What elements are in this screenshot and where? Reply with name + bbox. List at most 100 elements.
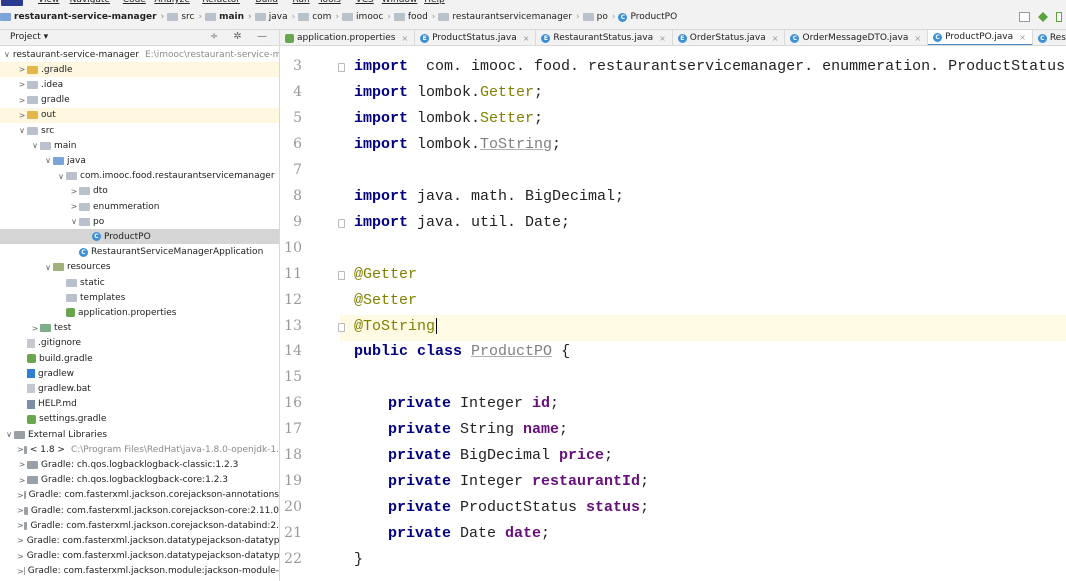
chevron-right-icon[interactable]: > xyxy=(69,187,79,196)
tree-item[interactable]: settings.gradle xyxy=(0,412,279,427)
menu-item-view[interactable]: View xyxy=(38,0,59,5)
tree-item[interactable]: > enummeration xyxy=(0,199,279,214)
close-tab-icon[interactable]: × xyxy=(772,34,779,43)
fold-marker-icon[interactable] xyxy=(338,322,345,332)
tree-item[interactable]: ∨ com.imooc.food.restaurantservicemanager xyxy=(0,169,279,184)
code-line[interactable]: private Date date; xyxy=(388,525,550,542)
breadcrumb-item[interactable]: com › xyxy=(298,12,339,22)
chevron-right-icon[interactable]: > xyxy=(17,460,27,469)
fold-marker-icon[interactable] xyxy=(338,218,345,228)
tree-item[interactable]: ∨ External Libraries xyxy=(0,427,279,442)
chevron-down-icon[interactable]: ∨ xyxy=(43,263,53,272)
breadcrumb-item[interactable]: po › xyxy=(582,12,615,22)
tree-item[interactable]: > Gradle: com.fasterxml.jackson.corejacks… xyxy=(0,488,279,503)
editor-tab[interactable]: E ProductStatus.java × xyxy=(415,30,537,45)
tree-item[interactable]: build.gradle xyxy=(0,351,279,366)
chevron-right-icon[interactable]: > xyxy=(17,491,24,500)
close-tab-icon[interactable]: × xyxy=(1019,33,1026,42)
tree-item[interactable]: > Gradle: com.fasterxml.jackson.datatypej… xyxy=(0,533,279,548)
breadcrumb-item[interactable]: java › xyxy=(254,12,295,22)
code-line[interactable]: @ToString xyxy=(354,318,438,335)
breadcrumb-item[interactable]: imooc › xyxy=(342,12,391,22)
chevron-down-icon[interactable]: ∨ xyxy=(4,50,10,59)
tree-item[interactable]: > dto xyxy=(0,184,279,199)
layout-icon[interactable] xyxy=(1019,12,1030,22)
chevron-right-icon[interactable]: > xyxy=(69,202,79,211)
tree-item[interactable]: > Gradle: ch.qos.logbacklogback-core:1.2.… xyxy=(0,473,279,488)
chevron-down-icon[interactable]: ∨ xyxy=(17,126,27,135)
menu-item-run[interactable]: Run xyxy=(292,0,309,5)
menu-item-build[interactable]: Build xyxy=(255,0,278,5)
close-tab-icon[interactable]: × xyxy=(659,34,666,43)
code-line[interactable]: import lombok.Getter; xyxy=(354,84,543,101)
code-line[interactable]: import com. imooc. food. restaurantservi… xyxy=(354,58,1066,75)
tree-item[interactable]: > .gradle xyxy=(0,62,279,78)
code-line[interactable]: @Setter xyxy=(354,292,417,309)
tree-item[interactable]: > Gradle: com.fasterxml.jackson.corejacks… xyxy=(0,503,279,518)
code-line[interactable]: import java. math. BigDecimal; xyxy=(354,188,624,205)
tree-item[interactable]: > Gradle: ch.qos.logbacklogback-classic:1… xyxy=(0,457,279,472)
chevron-right-icon[interactable]: > xyxy=(17,552,24,561)
editor-tab[interactable]: CRestaurantServi xyxy=(1033,30,1066,45)
editor-tab[interactable]: E OrderStatus.java × xyxy=(673,30,786,45)
chevron-down-icon[interactable]: ∨ xyxy=(4,430,14,439)
tree-item[interactable]: ∨ main xyxy=(0,138,279,153)
code-line[interactable]: public class ProductPO { xyxy=(354,343,570,360)
project-view-selector[interactable]: Project ▾ xyxy=(10,32,48,42)
chevron-right-icon[interactable]: > xyxy=(17,536,24,545)
menu-item-code[interactable]: Code xyxy=(123,0,146,5)
code-line[interactable]: private BigDecimal price; xyxy=(388,447,613,464)
chevron-right-icon[interactable]: > xyxy=(17,111,27,120)
chevron-down-icon[interactable]: ∨ xyxy=(69,217,79,226)
chevron-right-icon[interactable]: > xyxy=(17,476,27,485)
tree-item[interactable]: ∨ src xyxy=(0,123,279,138)
chevron-right-icon[interactable]: > xyxy=(17,65,27,74)
tree-item[interactable]: static xyxy=(0,275,279,290)
code-line[interactable]: private String name; xyxy=(388,421,568,438)
run-config-icon[interactable] xyxy=(1056,12,1062,22)
tree-item[interactable]: HELP.md xyxy=(0,397,279,412)
code-line[interactable]: private Integer id; xyxy=(388,395,559,412)
breadcrumb-item[interactable]: C ProductPO xyxy=(618,12,677,22)
fold-marker-icon[interactable] xyxy=(338,63,345,72)
tree-item[interactable]: templates xyxy=(0,290,279,305)
tree-item[interactable]: .gitignore xyxy=(0,336,279,351)
chevron-right-icon[interactable]: > xyxy=(17,506,24,515)
menu-item-navigate[interactable]: Navigate xyxy=(70,0,110,5)
breadcrumb-item[interactable]: main › xyxy=(205,12,252,22)
tree-item[interactable]: > Gradle: com.fasterxml.jackson.module:ja… xyxy=(0,564,279,579)
menu-item-vcs[interactable]: VCS xyxy=(356,0,374,5)
menu-item-tools[interactable]: Tools xyxy=(319,0,341,5)
code-line[interactable]: private ProductStatus status; xyxy=(388,499,649,516)
editor-tab[interactable]: application.properties × xyxy=(280,30,416,45)
tree-item[interactable]: > gradle xyxy=(0,93,279,108)
editor-tab[interactable]: C ProductPO.java × xyxy=(928,30,1033,45)
build-hammer-icon[interactable] xyxy=(1038,12,1048,22)
close-tab-icon[interactable]: × xyxy=(523,34,530,43)
tree-item[interactable]: ∨ resources xyxy=(0,260,279,275)
chevron-right-icon[interactable]: > xyxy=(17,80,27,89)
tree-item[interactable]: ∨ java xyxy=(0,153,279,168)
tree-item[interactable]: > Gradle: com.fasterxml.jackson.corejacks… xyxy=(0,518,279,533)
tree-item[interactable]: > < 1.8 > C:\Program Files\RedHat\java-1.8… xyxy=(0,442,279,457)
menu-item-help[interactable]: Help xyxy=(424,0,445,5)
editor-tab[interactable]: C OrderMessageDTO.java × xyxy=(785,30,929,45)
tree-item[interactable]: gradlew xyxy=(0,366,279,381)
chevron-right-icon[interactable]: > xyxy=(17,445,24,454)
tree-item[interactable]: > .idea xyxy=(0,77,279,92)
tree-item[interactable]: > Gradle: com.fasterxml.jackson.datatypej… xyxy=(0,549,279,564)
chevron-down-icon[interactable]: ∨ xyxy=(56,172,66,181)
chevron-right-icon[interactable]: > xyxy=(17,567,24,576)
code-line[interactable]: import lombok.ToString; xyxy=(354,136,561,153)
chevron-down-icon[interactable]: ∨ xyxy=(30,141,40,150)
tree-item[interactable]: ∨ po xyxy=(0,214,279,229)
tree-item[interactable]: C ProductPO xyxy=(0,229,279,245)
close-tab-icon[interactable]: × xyxy=(914,34,921,43)
chevron-down-icon[interactable]: ∨ xyxy=(43,156,53,165)
menu-item-window[interactable]: Window xyxy=(382,0,418,5)
code-line[interactable]: private Integer restaurantId; xyxy=(388,473,649,490)
fold-marker-icon[interactable] xyxy=(338,270,345,280)
menu-item-analyze[interactable]: Analyze xyxy=(154,0,189,5)
tree-item[interactable]: > test xyxy=(0,321,279,336)
code-line[interactable]: import java. util. Date; xyxy=(354,214,570,231)
